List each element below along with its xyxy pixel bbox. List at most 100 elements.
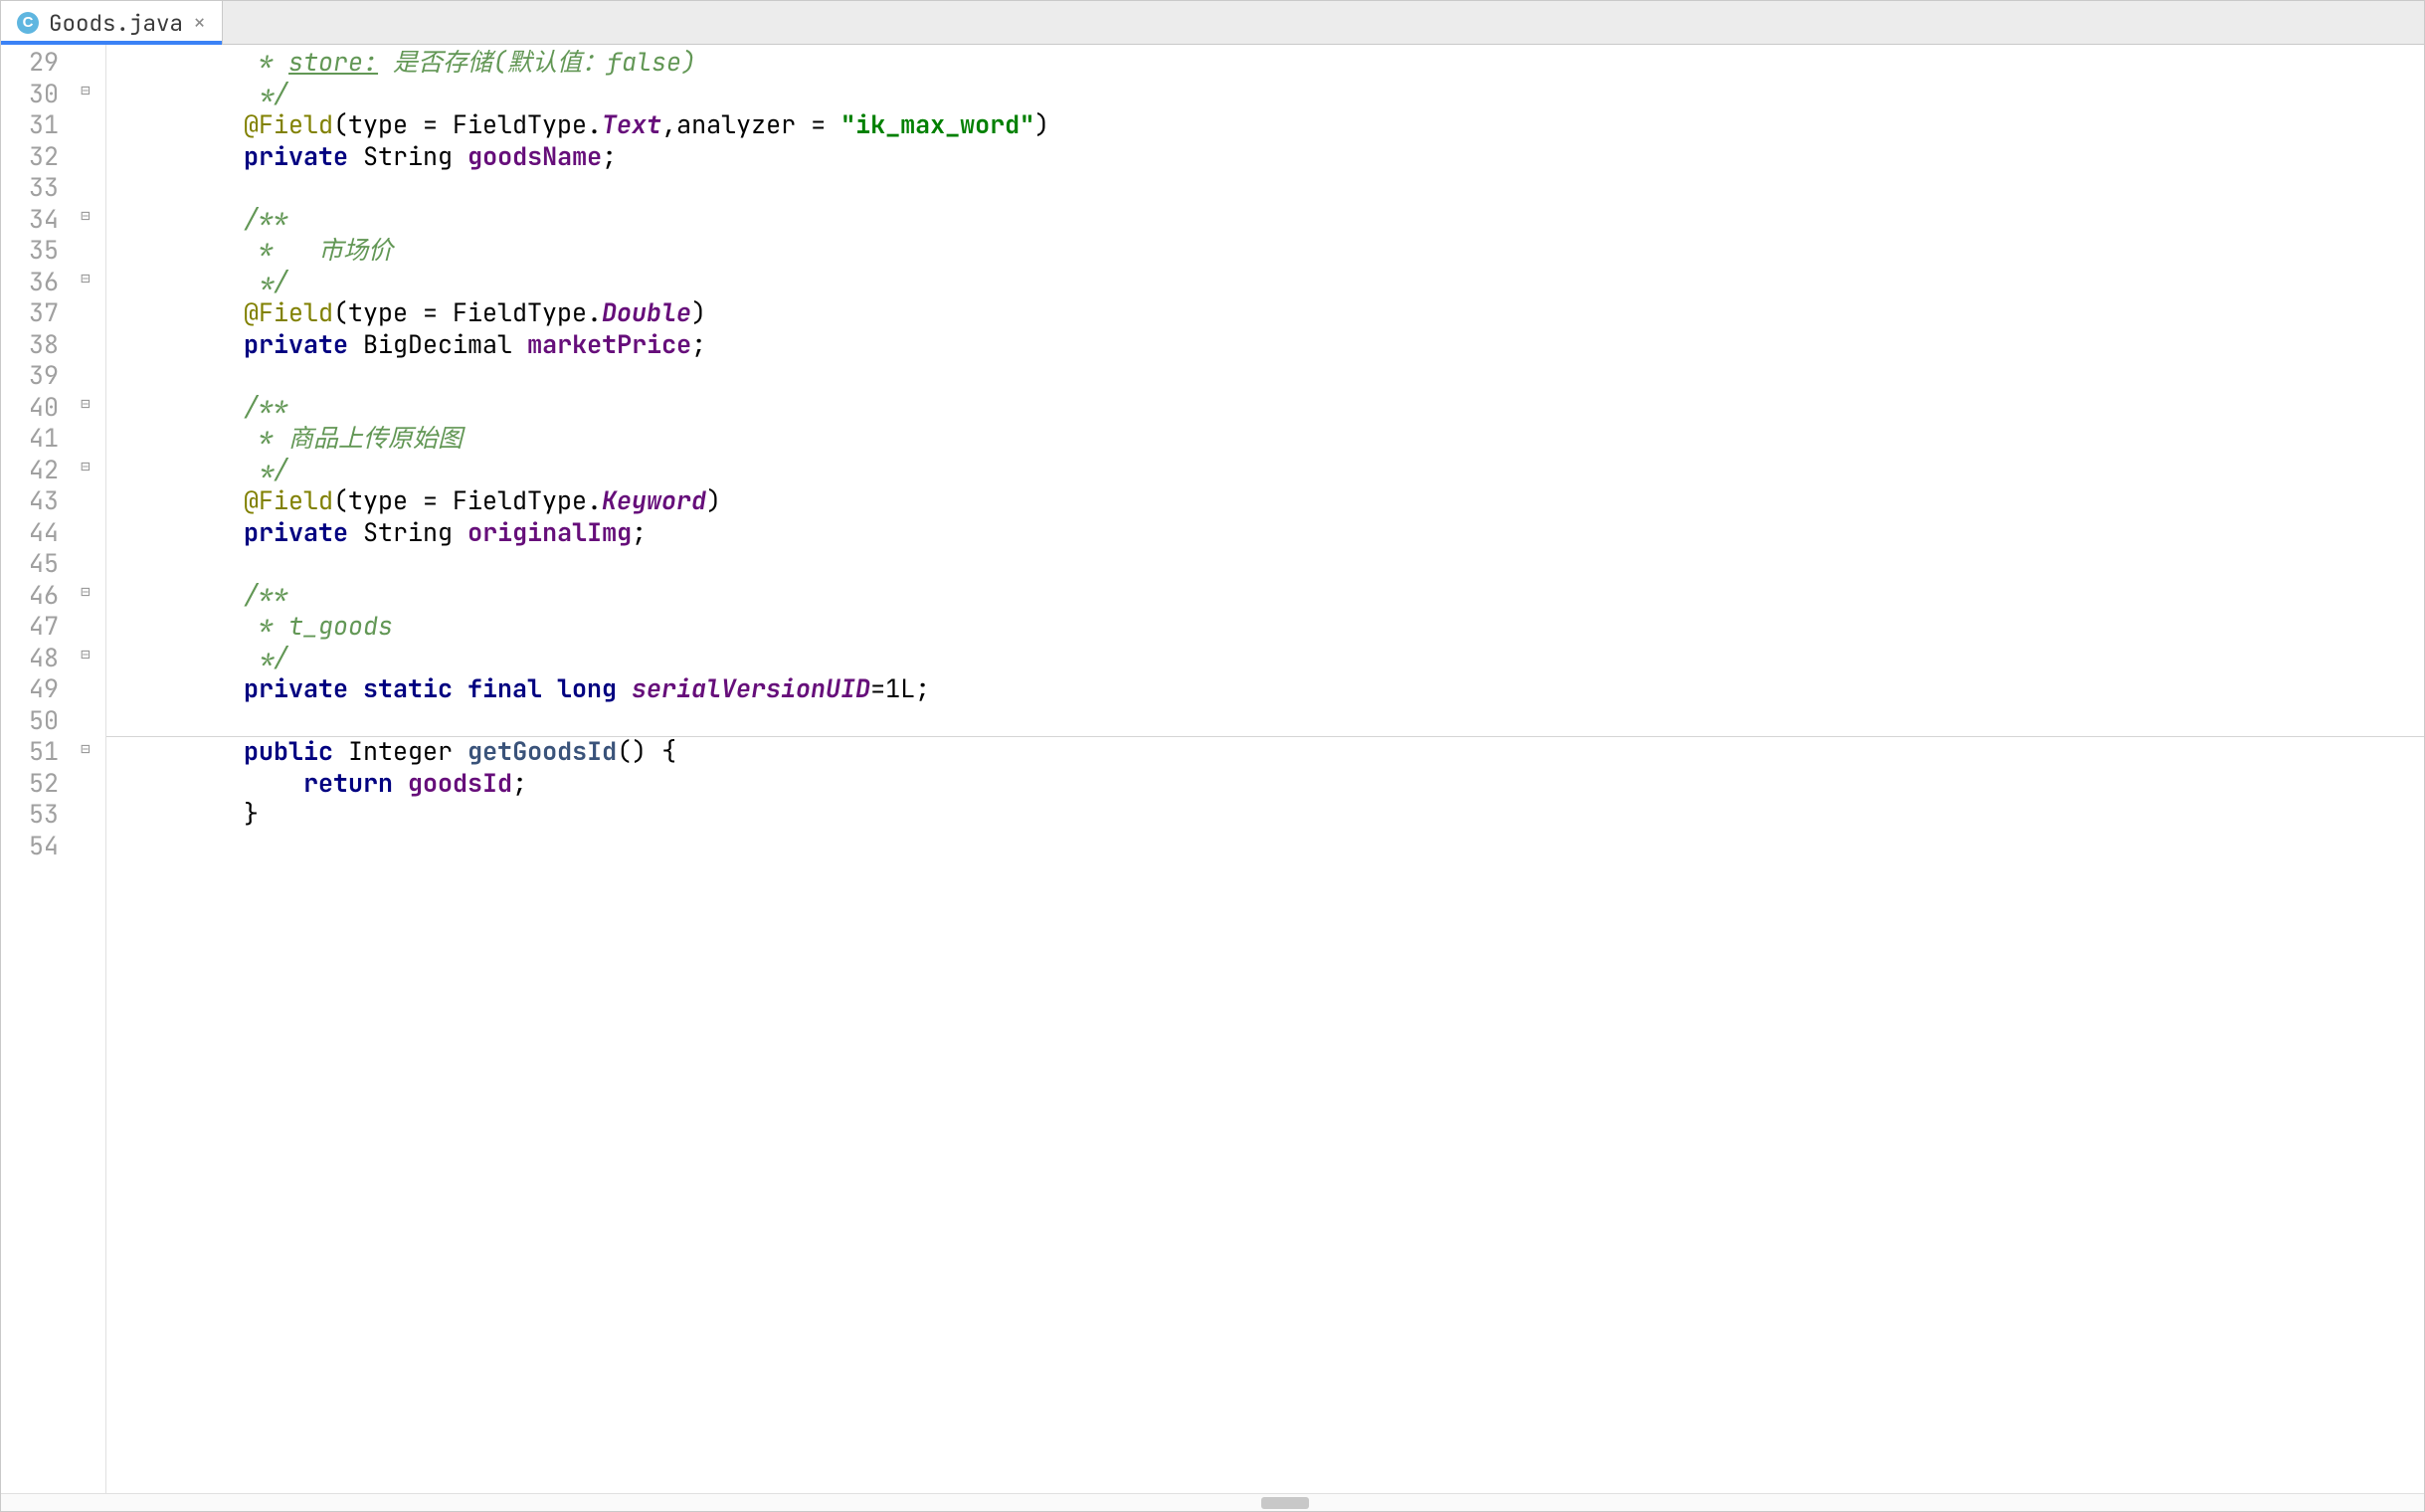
token: * 市场价 bbox=[259, 233, 393, 267]
token: } bbox=[244, 797, 259, 831]
code-line[interactable]: private String goodsName; bbox=[124, 141, 2416, 173]
code-line[interactable]: private static final long serialVersionU… bbox=[124, 673, 2416, 705]
fold-toggle-icon[interactable]: ⊟ bbox=[75, 645, 96, 666]
token: @Field bbox=[244, 107, 333, 141]
token: 是否存储(默认值：false) bbox=[378, 45, 696, 79]
code-line[interactable]: */ bbox=[124, 455, 2416, 486]
token bbox=[348, 515, 363, 549]
line-number: 50 bbox=[3, 705, 59, 737]
token bbox=[617, 671, 632, 705]
line-number: 30 bbox=[3, 79, 59, 110]
fold-toggle-icon[interactable]: ⊟ bbox=[75, 394, 96, 416]
token: */ bbox=[259, 641, 288, 674]
fold-column[interactable]: ⊟ ⊟ ⊟ ⊟ ⊟ ⊟ ⊟ ⊟ bbox=[71, 45, 106, 1493]
tab-goods-java[interactable]: C Goods.java × bbox=[1, 1, 223, 44]
code-line[interactable] bbox=[124, 831, 2416, 862]
token bbox=[333, 734, 348, 768]
token: goodsId bbox=[408, 766, 512, 800]
code-line[interactable]: /** bbox=[124, 204, 2416, 236]
fold-toggle-icon[interactable]: ⊟ bbox=[75, 457, 96, 478]
editor-window: C Goods.java × 2930313233343536373839404… bbox=[0, 0, 2425, 1512]
token: getGoodsId bbox=[467, 734, 617, 768]
line-number: 53 bbox=[3, 799, 59, 831]
code-line[interactable]: public Integer getGoodsId() { bbox=[124, 736, 2416, 768]
code-line[interactable]: @Field(type = FieldType.Keyword) bbox=[124, 485, 2416, 517]
code-line[interactable]: * t_goods bbox=[124, 611, 2416, 643]
line-number: 36 bbox=[3, 267, 59, 298]
token: private bbox=[244, 327, 348, 361]
token: */ bbox=[259, 453, 288, 486]
token: */ bbox=[259, 77, 288, 110]
token: "ik_max_word" bbox=[840, 107, 1034, 141]
code-line[interactable]: */ bbox=[124, 267, 2416, 298]
close-icon[interactable]: × bbox=[193, 12, 206, 34]
code-line[interactable]: private BigDecimal marketPrice; bbox=[124, 329, 2416, 361]
code-line[interactable]: @Field(type = FieldType.Double) bbox=[124, 297, 2416, 329]
line-number: 29 bbox=[3, 47, 59, 79]
code-line[interactable] bbox=[124, 705, 2416, 737]
token: ; bbox=[512, 766, 527, 800]
line-number: 43 bbox=[3, 485, 59, 517]
token: ) bbox=[706, 483, 721, 517]
tab-label: Goods.java bbox=[49, 8, 183, 38]
token: =1L; bbox=[870, 671, 930, 705]
token bbox=[348, 139, 363, 173]
fold-toggle-icon[interactable]: ⊟ bbox=[75, 738, 96, 760]
line-number: 54 bbox=[3, 831, 59, 862]
code-line[interactable]: private String originalImg; bbox=[124, 517, 2416, 549]
token: Double bbox=[602, 295, 691, 329]
fold-toggle-icon[interactable]: ⊟ bbox=[75, 81, 96, 102]
line-number: 45 bbox=[3, 548, 59, 580]
code-line[interactable]: * 商品上传原始图 bbox=[124, 423, 2416, 455]
horizontal-scrollbar[interactable] bbox=[1, 1493, 2424, 1511]
token: * t_goods bbox=[259, 609, 393, 643]
token bbox=[453, 139, 467, 173]
code-line[interactable] bbox=[124, 172, 2416, 204]
token: (type = FieldType. bbox=[333, 107, 602, 141]
token: @Field bbox=[244, 483, 333, 517]
token: marketPrice bbox=[527, 327, 691, 361]
code-line[interactable]: @Field(type = FieldType.Text,analyzer = … bbox=[124, 109, 2416, 141]
token: Integer bbox=[348, 734, 453, 768]
code-line[interactable]: * store: 是否存储(默认值：false) bbox=[124, 47, 2416, 79]
line-number: 40 bbox=[3, 392, 59, 424]
line-number-gutter[interactable]: 2930313233343536373839404142434445464748… bbox=[1, 45, 71, 1493]
token: ,analyzer = bbox=[661, 107, 840, 141]
line-number: 49 bbox=[3, 673, 59, 705]
scrollbar-thumb[interactable] bbox=[1261, 1497, 1310, 1509]
line-number: 47 bbox=[3, 611, 59, 643]
token bbox=[348, 327, 363, 361]
token: /** bbox=[244, 390, 288, 424]
token bbox=[512, 327, 527, 361]
code-line[interactable]: } bbox=[124, 799, 2416, 831]
code-line[interactable] bbox=[124, 548, 2416, 580]
code-line[interactable] bbox=[124, 360, 2416, 392]
token: /** bbox=[244, 578, 288, 612]
token: String bbox=[363, 515, 453, 549]
line-number: 48 bbox=[3, 643, 59, 674]
token: return bbox=[303, 766, 393, 800]
token: ) bbox=[691, 295, 706, 329]
fold-toggle-icon[interactable]: ⊟ bbox=[75, 582, 96, 604]
code-editor[interactable]: 2930313233343536373839404142434445464748… bbox=[1, 45, 2424, 1493]
token: ) bbox=[1034, 107, 1049, 141]
token: ; bbox=[632, 515, 647, 549]
code-line[interactable]: return goodsId; bbox=[124, 768, 2416, 800]
token: ; bbox=[602, 139, 617, 173]
token: @Field bbox=[244, 295, 333, 329]
fold-toggle-icon[interactable]: ⊟ bbox=[75, 269, 96, 290]
fold-toggle-icon[interactable]: ⊟ bbox=[75, 206, 96, 228]
code-line[interactable]: /** bbox=[124, 580, 2416, 612]
code-line[interactable]: /** bbox=[124, 392, 2416, 424]
code-line[interactable]: * 市场价 bbox=[124, 235, 2416, 267]
code-line[interactable]: */ bbox=[124, 79, 2416, 110]
token: String bbox=[363, 139, 453, 173]
code-area[interactable]: * store: 是否存储(默认值：false) */ @Field(type … bbox=[106, 45, 2424, 1493]
code-line[interactable]: */ bbox=[124, 643, 2416, 674]
line-number: 32 bbox=[3, 141, 59, 173]
line-number: 35 bbox=[3, 235, 59, 267]
line-number: 51 bbox=[3, 736, 59, 768]
line-number: 38 bbox=[3, 329, 59, 361]
token bbox=[453, 515, 467, 549]
line-number: 31 bbox=[3, 109, 59, 141]
